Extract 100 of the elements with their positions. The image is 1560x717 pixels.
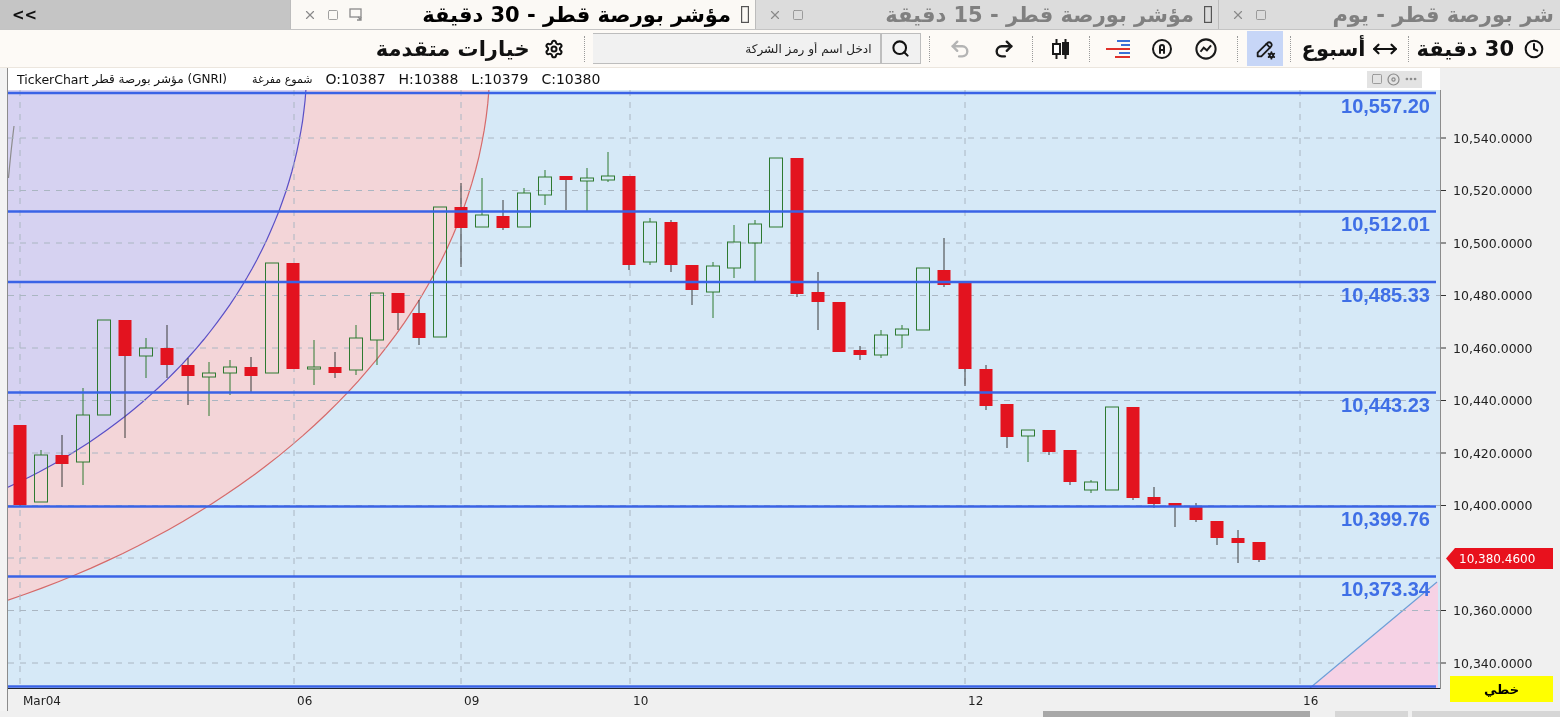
price-tick-label: 10,400.0000 bbox=[1453, 498, 1533, 513]
falling-candle bbox=[685, 264, 699, 306]
falling-candle bbox=[1000, 403, 1014, 449]
tick-mark bbox=[1440, 452, 1447, 454]
falling-candle bbox=[391, 292, 405, 331]
chart-style: شموع مفرغة bbox=[252, 72, 313, 86]
ohlc-value: O:10387 bbox=[325, 71, 386, 87]
rising-candle bbox=[202, 361, 216, 417]
level-label: 10,373.34 bbox=[1341, 578, 1430, 600]
falling-candle bbox=[244, 356, 258, 394]
falling-candle bbox=[937, 237, 951, 288]
line-chart-circle-icon bbox=[1194, 37, 1217, 60]
scrollbar-thumb[interactable] bbox=[1043, 711, 1310, 717]
rising-candle bbox=[34, 449, 48, 503]
interval-button[interactable]: 30 دقيقة bbox=[1416, 31, 1548, 66]
falling-candle bbox=[559, 175, 573, 211]
falling-candle bbox=[160, 324, 174, 379]
circled-a-icon bbox=[1149, 36, 1174, 61]
level-label: 10,512.01 bbox=[1341, 213, 1430, 235]
rectangle-icon bbox=[1204, 6, 1212, 23]
advanced-options-button[interactable]: خيارات متقدمة bbox=[375, 31, 576, 66]
clock-icon bbox=[1524, 38, 1544, 59]
date-label: 12 bbox=[968, 694, 984, 708]
falling-candle bbox=[832, 301, 846, 353]
falling-candle bbox=[55, 434, 69, 488]
price-tick-label: 10,360.0000 bbox=[1453, 603, 1533, 618]
settings-icon[interactable] bbox=[1387, 72, 1400, 86]
rising-candle bbox=[601, 151, 615, 183]
price-tick-label: 10,480.0000 bbox=[1453, 288, 1533, 303]
tick-mark bbox=[1440, 505, 1447, 506]
falling-candle bbox=[811, 271, 825, 331]
tool-button[interactable] bbox=[1246, 31, 1283, 66]
price-tick-label: 10,460.0000 bbox=[1453, 340, 1533, 356]
rising-candle bbox=[748, 219, 762, 283]
price-tick-label: 10,540.0000 bbox=[1453, 130, 1533, 146]
maximize-icon[interactable] bbox=[327, 8, 339, 21]
falling-candle bbox=[1063, 449, 1077, 486]
rising-candle bbox=[307, 339, 321, 386]
date-label: Mar04 bbox=[23, 694, 61, 708]
price-tick-label: 10,440.0000 bbox=[1453, 393, 1533, 408]
scrollbar-button[interactable] bbox=[1335, 711, 1408, 717]
candlestick-icon bbox=[1051, 37, 1070, 60]
rectangle-icon bbox=[741, 6, 749, 23]
rising-candle bbox=[538, 169, 552, 206]
tick-mark bbox=[1440, 295, 1447, 296]
rising-candle bbox=[223, 359, 237, 396]
rising-candle bbox=[874, 329, 888, 359]
level-label: 10,485.33 bbox=[1341, 283, 1430, 306]
instrument-name: مؤشر بورصة قطر (GNRI) bbox=[92, 72, 227, 86]
scrollbar-button[interactable] bbox=[1412, 711, 1560, 717]
tick-mark bbox=[1440, 400, 1447, 401]
rising-candle bbox=[1084, 479, 1098, 494]
falling-candle bbox=[181, 357, 195, 406]
rising-candle bbox=[475, 177, 489, 228]
gear-icon bbox=[543, 38, 564, 59]
last-price-tag: 10,380.4600 bbox=[1446, 548, 1553, 569]
falling-candle bbox=[1231, 529, 1245, 564]
rising-candle bbox=[517, 187, 531, 228]
date-label: 16 bbox=[1303, 694, 1319, 708]
rising-candle bbox=[349, 324, 363, 376]
ohlc-value: C:10380 bbox=[541, 71, 601, 87]
falling-candle bbox=[664, 219, 678, 273]
falling-candle bbox=[496, 199, 510, 231]
rising-candle bbox=[769, 157, 783, 228]
tick-mark bbox=[1440, 190, 1447, 191]
rising-candle bbox=[895, 324, 909, 349]
rising-candle bbox=[916, 267, 930, 331]
tab[interactable]: مؤشر بورصة قطر - 30 دقيقة bbox=[290, 0, 755, 29]
falling-candle bbox=[1189, 502, 1203, 523]
rising-candle bbox=[643, 217, 657, 266]
period-button[interactable]: أسبوع bbox=[1297, 31, 1400, 66]
tick-mark bbox=[1440, 242, 1447, 244]
level-label: 10,443.23 bbox=[1341, 394, 1430, 416]
rising-candle bbox=[1021, 429, 1035, 463]
price-tick-label: 10,340.0000 bbox=[1453, 655, 1533, 671]
tick-mark bbox=[1440, 610, 1447, 611]
falling-candle bbox=[328, 351, 342, 379]
chart-type-button[interactable]: خطي bbox=[1450, 676, 1553, 702]
level-label: 10,557.20 bbox=[1341, 94, 1430, 117]
tick-mark bbox=[1440, 137, 1447, 139]
tick-mark bbox=[1440, 662, 1447, 664]
search-button[interactable] bbox=[880, 33, 921, 64]
ohlc-value: L:10379 bbox=[471, 71, 529, 87]
rising-candle bbox=[580, 167, 594, 213]
rising-candle bbox=[139, 337, 153, 379]
falling-candle bbox=[1168, 502, 1182, 528]
falling-candle bbox=[412, 299, 426, 346]
scroll-tabs-button[interactable]: << bbox=[8, 3, 42, 26]
maximize-icon[interactable] bbox=[792, 8, 804, 21]
tick-mark bbox=[1440, 347, 1447, 349]
falling-candle bbox=[1210, 520, 1224, 546]
ohlc-value: H:10388 bbox=[398, 71, 459, 87]
rising-candle bbox=[706, 261, 720, 319]
date-label: 06 bbox=[297, 694, 313, 708]
maximize-icon[interactable] bbox=[1255, 8, 1267, 21]
maximize-icon[interactable] bbox=[1371, 73, 1383, 85]
date-label: 10 bbox=[633, 694, 649, 708]
rising-candle bbox=[727, 224, 741, 279]
falling-candle bbox=[1042, 429, 1056, 456]
falling-candle bbox=[853, 345, 867, 361]
